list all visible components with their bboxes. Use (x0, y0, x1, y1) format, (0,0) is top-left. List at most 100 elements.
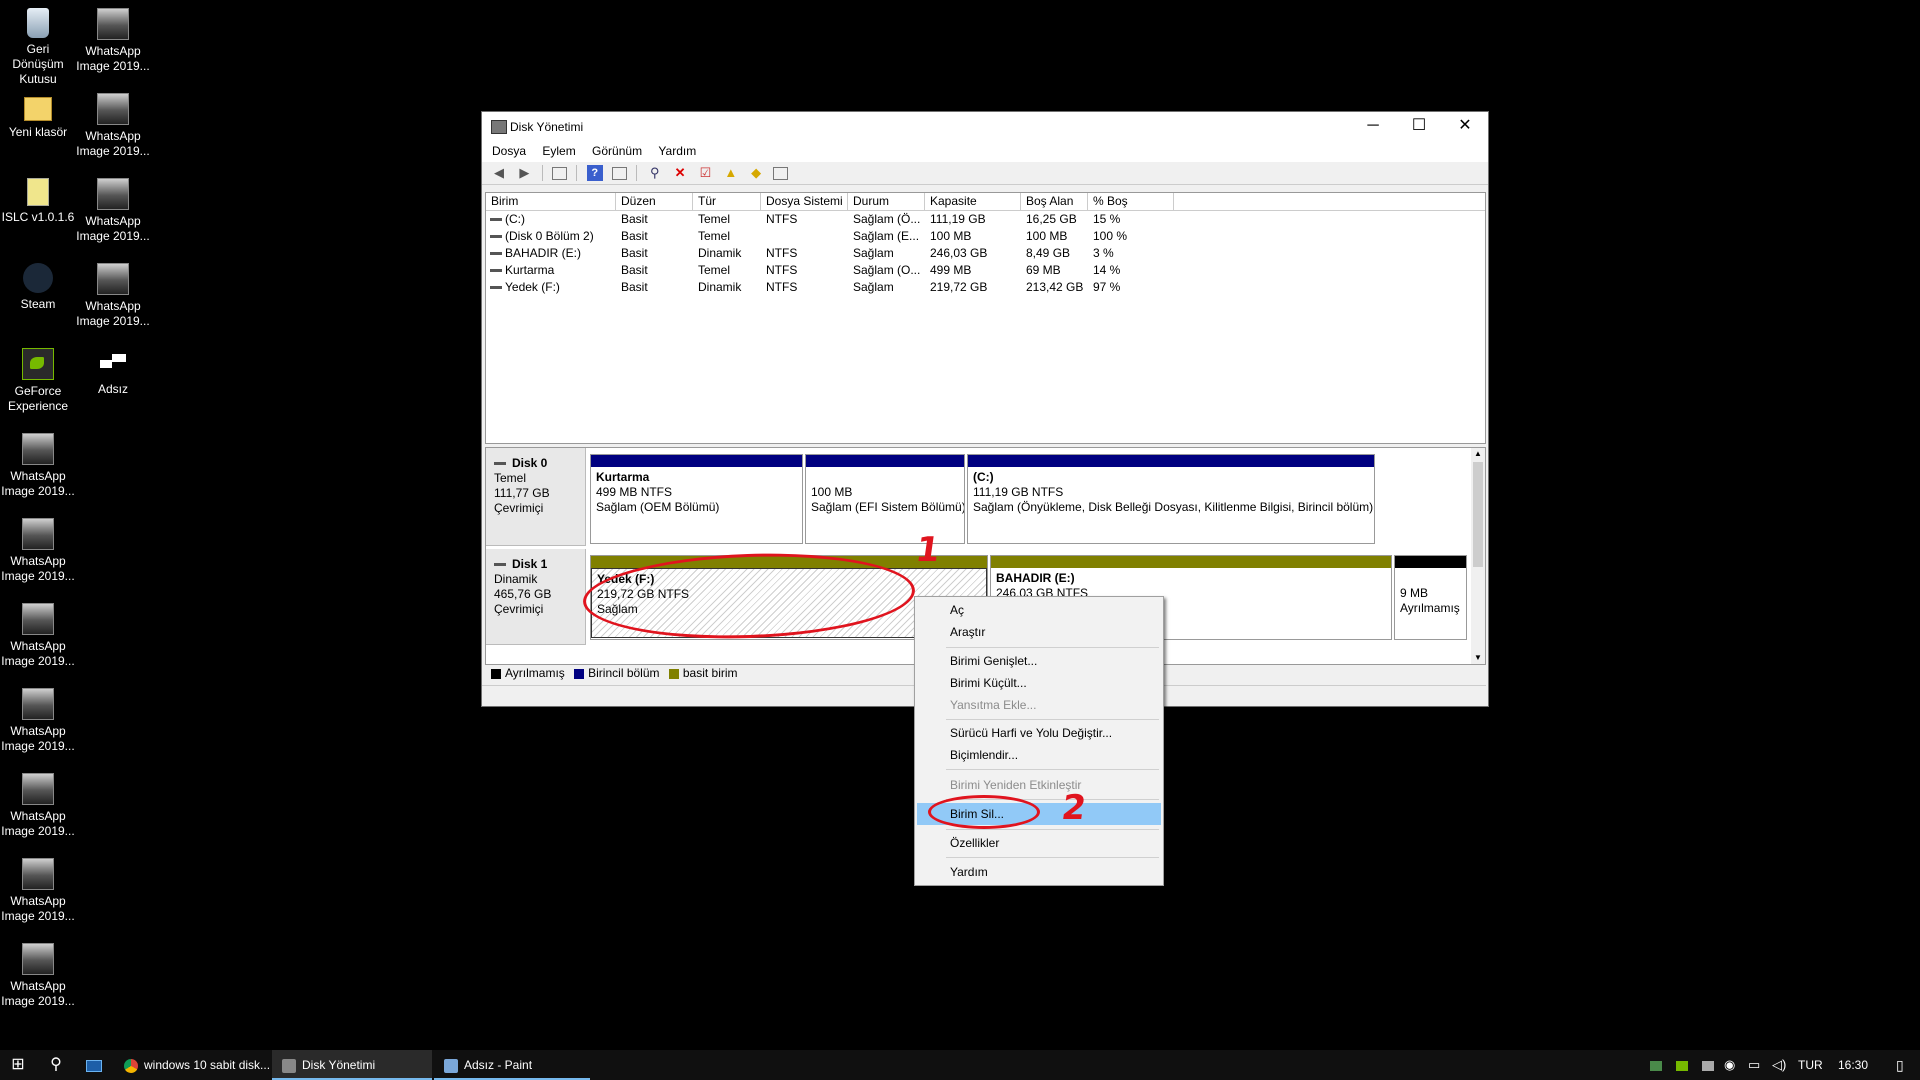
menu-item-ac[interactable]: Aç (950, 600, 964, 620)
menu-dosya[interactable]: Dosya (492, 141, 526, 162)
vertical-scrollbar[interactable]: ▲ ▼ (1471, 448, 1485, 664)
title-bar[interactable]: Disk Yönetimi ─ ☐ ✕ (482, 112, 1488, 141)
volume-icon[interactable]: ◁) (1772, 1050, 1788, 1080)
cell-durum: Sağlam (853, 280, 894, 294)
column-yuzde-bos[interactable]: % Boş (1088, 193, 1174, 210)
column-birim[interactable]: Birim (486, 193, 616, 210)
connect-icon[interactable]: ⚲ (647, 165, 663, 181)
cell-duzen: Basit (621, 263, 648, 277)
taskbar-button-paint[interactable]: Adsız - Paint (434, 1050, 590, 1080)
properties-view-icon[interactable] (612, 167, 628, 180)
cell-duzen: Basit (621, 246, 648, 260)
help-icon[interactable]: ? (586, 165, 603, 181)
back-icon[interactable]: ◀ (491, 165, 507, 181)
image-file-icon (97, 178, 129, 210)
desktop-icon-whatsapp-image[interactable]: WhatsApp Image 2019... (75, 8, 151, 74)
column-kapasite[interactable]: Kapasite (925, 193, 1021, 210)
cell-yuzde-bos: 100 % (1093, 229, 1128, 243)
column-dosya-sistemi[interactable]: Dosya Sistemi (761, 193, 848, 210)
volume-row[interactable]: Yedek (F:) Basit Dinamik NTFS Sağlam 219,72 G… (486, 279, 1485, 296)
desktop-icon-whatsapp-image[interactable]: WhatsApp Image 2019... (75, 263, 151, 329)
volume-row[interactable]: (Disk 0 Bölüm 2) Basit Temel Sağlam (E... 10… (486, 228, 1485, 245)
column-tur[interactable]: Tür (693, 193, 761, 210)
close-button[interactable]: ✕ (1442, 112, 1488, 141)
notification-icon[interactable]: ▯ (1896, 1050, 1916, 1080)
desktop-icon-islc[interactable]: ISLC v1.0.1.6 (0, 178, 76, 225)
desktop-icon-label: WhatsApp Image 2019... (1, 809, 75, 838)
nvidia-tray-icon[interactable] (1676, 1050, 1690, 1080)
steam-icon (23, 263, 53, 293)
partition-kurtarma[interactable]: Kurtarma 499 MB NTFS Sağlam (OEM Bölümü) (590, 454, 803, 544)
menu-item-birimi-genislet[interactable]: Birimi Genişlet... (950, 651, 1037, 671)
column-duzen[interactable]: Düzen (616, 193, 693, 210)
menu-item-yardim[interactable]: Yardım (950, 862, 988, 882)
recycle-bin-icon (27, 8, 49, 38)
disk-1-label[interactable]: Disk 1 Dinamik 465,76 GB Çevrimiçi (486, 549, 586, 645)
start-button[interactable]: ⊞ (0, 1050, 36, 1080)
column-bos-alan[interactable]: Boş Alan (1021, 193, 1088, 210)
disk-0-label[interactable]: Disk 0 Temel 111,77 GB Çevrimiçi (486, 448, 586, 546)
menu-item-ozellikler[interactable]: Özellikler (950, 833, 999, 853)
menu-item-birimi-kucult[interactable]: Birimi Küçült... (950, 673, 1027, 693)
menu-eylem[interactable]: Eylem (542, 141, 575, 162)
desktop-icon-whatsapp-image[interactable]: WhatsApp Image 2019... (0, 603, 76, 669)
menu-item-arastir[interactable]: Araştır (950, 622, 985, 642)
partition-unallocated[interactable]: 9 MB Ayrılmamış (1394, 555, 1467, 640)
scrollbar-thumb[interactable] (1473, 462, 1483, 567)
desktop-icon-whatsapp-image[interactable]: WhatsApp Image 2019... (0, 433, 76, 499)
cell-tur: Dinamik (698, 280, 742, 294)
tray-app-icon[interactable] (1650, 1050, 1664, 1080)
desktop-icon-geforce-experience[interactable]: GeForce Experience (0, 348, 76, 414)
desktop-icon-new-folder[interactable]: Yeni klasör (0, 93, 76, 140)
cell-birim: (C:) (505, 212, 525, 226)
desktop-icon-adsiz[interactable]: Adsız (75, 348, 151, 397)
desktop-icon-whatsapp-image[interactable]: WhatsApp Image 2019... (0, 518, 76, 584)
partition-c[interactable]: (C:) 111,19 GB NTFS Sağlam (Önyükleme, Dis… (967, 454, 1375, 544)
volume-row[interactable]: BAHADIR (E:) Basit Dinamik NTFS Sağlam 246,03… (486, 245, 1485, 262)
search-button[interactable]: ⚲ (38, 1050, 74, 1080)
new-folder-icon[interactable]: ▲ (723, 165, 739, 181)
settings-window-icon[interactable] (773, 167, 789, 180)
forward-icon[interactable]: ▶ (516, 165, 532, 181)
minimize-button[interactable]: ─ (1350, 112, 1396, 141)
clock[interactable]: 16:30 (1838, 1050, 1878, 1080)
taskbar-button-disk-management[interactable]: Disk Yönetimi (272, 1050, 432, 1080)
paint-file-icon (98, 348, 128, 378)
language-indicator[interactable]: TUR (1798, 1050, 1828, 1080)
volume-row[interactable]: (C:) Basit Temel NTFS Sağlam (Ö... 111,19 GB 1… (486, 211, 1485, 228)
menu-item-bicimlendir[interactable]: Biçimlendir... (950, 745, 1018, 765)
task-view-button[interactable] (76, 1050, 112, 1080)
volume-row[interactable]: Kurtarma Basit Temel NTFS Sağlam (O... 499 MB… (486, 262, 1485, 279)
desktop-icon-whatsapp-image[interactable]: WhatsApp Image 2019... (0, 858, 76, 924)
cell-bos-alan: 100 MB (1026, 229, 1068, 243)
desktop-icon-steam[interactable]: Steam (0, 263, 76, 312)
folder-icon (24, 97, 52, 121)
desktop-icon-whatsapp-image[interactable]: WhatsApp Image 2019... (0, 943, 76, 1009)
column-durum[interactable]: Durum (848, 193, 925, 210)
checklist-icon[interactable]: ☑ (697, 165, 713, 181)
desktop-icon-whatsapp-image[interactable]: WhatsApp Image 2019... (75, 93, 151, 159)
delete-icon[interactable]: ✕ (672, 165, 688, 181)
menu-gorunum[interactable]: Görünüm (592, 141, 642, 162)
desktop-icon-label: WhatsApp Image 2019... (1, 724, 75, 753)
desktop-icon-whatsapp-image[interactable]: WhatsApp Image 2019... (0, 688, 76, 754)
console-tree-icon[interactable] (552, 167, 568, 180)
desktop-icon-label: WhatsApp Image 2019... (76, 44, 150, 73)
menu-yardim[interactable]: Yardım (658, 141, 696, 162)
steam-tray-icon[interactable]: ◉ (1724, 1050, 1740, 1080)
menu-separator (946, 647, 1159, 648)
desktop-icon-whatsapp-image[interactable]: WhatsApp Image 2019... (0, 773, 76, 839)
menu-item-surucu-harfi[interactable]: Sürücü Harfi ve Yolu Değiştir... (950, 723, 1112, 743)
desktop-icon-whatsapp-image[interactable]: WhatsApp Image 2019... (75, 178, 151, 244)
scroll-down-icon[interactable]: ▼ (1471, 652, 1485, 664)
scroll-up-icon[interactable]: ▲ (1471, 448, 1485, 460)
maximize-button[interactable]: ☐ (1396, 112, 1442, 141)
desktop-icon-recycle-bin[interactable]: Geri Dönüşüm Kutusu (0, 8, 76, 87)
desktop-icon-label: ISLC v1.0.1.6 (1, 210, 75, 224)
cell-birim: (Disk 0 Bölüm 2) (505, 229, 594, 243)
network-icon[interactable]: ▭ (1748, 1050, 1764, 1080)
taskbar-button-chrome[interactable]: windows 10 sabit disk... (114, 1050, 270, 1080)
cell-yuzde-bos: 14 % (1093, 263, 1121, 277)
tray-app-icon[interactable] (1702, 1050, 1716, 1080)
search-folder-icon[interactable]: ◆ (748, 165, 764, 181)
